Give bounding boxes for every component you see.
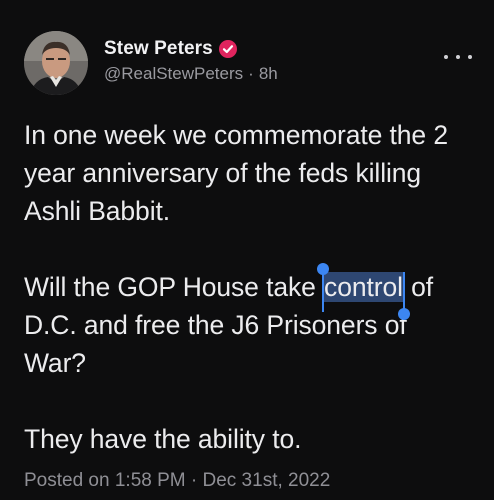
selection-start-handle[interactable] — [317, 263, 330, 312]
author-name-row: Stew Peters — [104, 38, 237, 60]
text-selection[interactable]: control — [317, 263, 410, 320]
meta-separator: · — [248, 64, 254, 83]
author-handle-row: @RealStewPeters · 8h — [104, 64, 278, 84]
person-portrait-icon — [24, 31, 88, 95]
more-dot — [456, 55, 460, 59]
author-display-name[interactable]: Stew Peters — [104, 38, 213, 60]
selected-word: control — [324, 272, 403, 302]
verified-badge-icon — [218, 40, 237, 58]
more-horizontal-icon — [444, 55, 448, 59]
author-handle[interactable]: @RealStewPeters — [104, 64, 243, 84]
post-paragraph-2-start: Will the GOP House take — [24, 272, 324, 302]
more-dot — [468, 55, 472, 59]
avatar[interactable] — [24, 31, 88, 95]
relative-time[interactable]: 8h — [259, 64, 278, 84]
more-options-button[interactable] — [444, 50, 472, 64]
post-paragraph-1: In one week we commemorate the 2 year an… — [24, 120, 448, 226]
post-card: Stew Peters @RealStewPeters · 8h In one … — [0, 0, 494, 500]
selection-end-handle[interactable] — [397, 272, 410, 320]
post-text[interactable]: In one week we commemorate the 2 year an… — [24, 116, 474, 458]
post-paragraph-3: They have the ability to. — [24, 424, 302, 454]
post-paragraph-2: Will the GOP House take control of D.C. … — [24, 263, 474, 382]
posted-timestamp: Posted on 1:58 PM · Dec 31st, 2022 — [24, 470, 331, 491]
